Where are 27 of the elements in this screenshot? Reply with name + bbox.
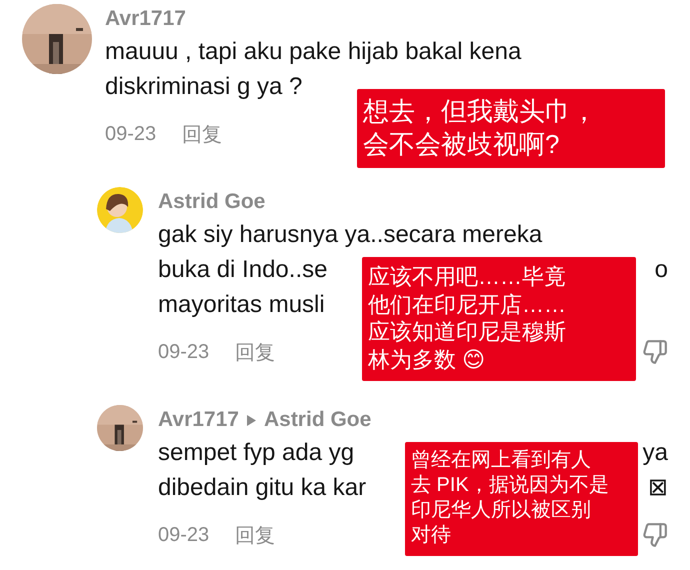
comment-text: dibedain gitu ka kar xyxy=(158,474,366,502)
thumbs-down-icon[interactable] xyxy=(642,339,668,365)
comment-text: ⊠ xyxy=(648,473,668,502)
comment-date: 09-23 xyxy=(158,524,210,546)
thumbs-down-icon[interactable] xyxy=(642,522,668,548)
author-name[interactable]: Avr1717 xyxy=(158,408,239,432)
comment-text: mayoritas musli xyxy=(158,290,325,318)
reply-link[interactable]: 回复 xyxy=(235,522,276,548)
comment-text: gak siy harusnya ya..secara mereka xyxy=(158,220,542,248)
comment-text: buka di Indo..se xyxy=(158,256,328,284)
annotation-note: 曾经在网上看到有人 去 PIK，据说因为不是 印尼华人所以被区别 对待 xyxy=(405,442,638,556)
comment-text: o xyxy=(654,256,668,284)
comment-date: 09-23 xyxy=(158,340,210,364)
comment-text: mauuu , tapi aku pake hijab bakal kena xyxy=(105,38,522,66)
annotation-note: 想去，但我戴头巾， 会不会被歧视啊? xyxy=(357,89,665,168)
reply-link[interactable]: 回复 xyxy=(235,338,276,366)
author-name[interactable]: Astrid Goe xyxy=(264,408,372,432)
author-name[interactable]: Avr1717 xyxy=(105,7,186,31)
caret-icon xyxy=(246,414,256,426)
avatar-icon xyxy=(97,187,143,233)
comment-date: 09-23 xyxy=(105,122,156,146)
annotation-note: 应该不用吧……毕竟 他们在印尼开店…… 应该知道印尼是穆斯 林为多数 😊 xyxy=(362,257,636,381)
comment-text: diskriminasi g ya ? xyxy=(105,72,302,100)
author-name[interactable]: Astrid Goe xyxy=(158,190,266,214)
reply-link[interactable]: 回复 xyxy=(182,120,222,148)
comment-text: sempet fyp ada yg xyxy=(158,438,354,466)
comment-text: ya xyxy=(642,438,668,466)
